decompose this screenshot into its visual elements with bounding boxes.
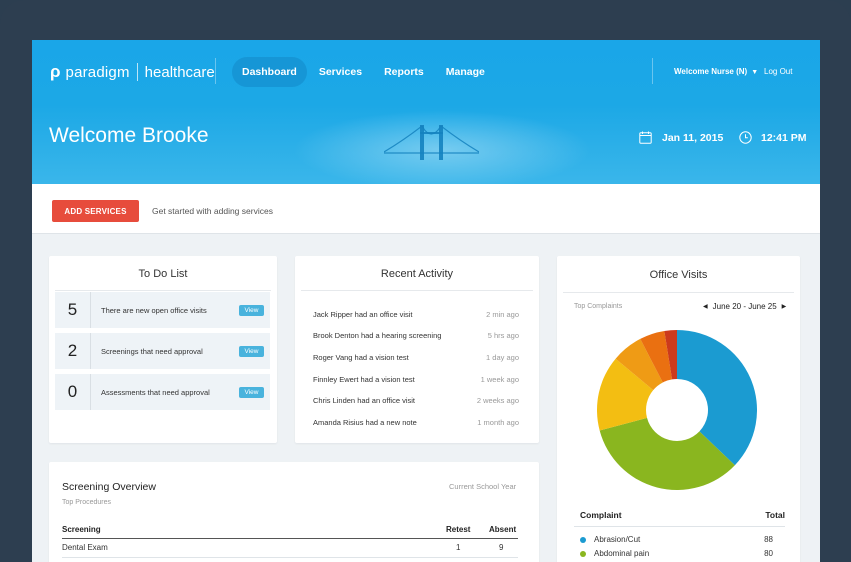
activity-time: 2 min ago xyxy=(486,310,519,319)
activity-item[interactable]: Chris Linden had an office visit 2 weeks … xyxy=(313,396,519,405)
logo-mark-icon: ρ xyxy=(50,62,61,81)
date-text: Jan 11, 2015 xyxy=(662,131,724,144)
complaints-table-header: Complaint Total xyxy=(580,510,785,520)
header-banner: ρ paradigm healthcare Dashboard Services… xyxy=(32,40,820,184)
complaint-label: Abdominal pain xyxy=(594,549,650,558)
todo-text: There are new open office visits xyxy=(101,305,207,315)
add-services-hint: Get started with adding services xyxy=(152,206,273,216)
screening-column-header: Screening xyxy=(62,525,101,534)
header-time: 12:41 PM xyxy=(739,131,807,144)
user-welcome: Welcome Nurse (N) xyxy=(674,67,748,76)
retest-column-header: Retest xyxy=(446,525,471,534)
action-bar: ADD SERVICES Get started with adding ser… xyxy=(32,184,820,234)
activity-card: Recent Activity Jack Ripper had an offic… xyxy=(295,256,539,443)
legend-dot-icon xyxy=(580,536,586,543)
brand-name-secondary: healthcare xyxy=(144,63,215,81)
complaints-donut-chart xyxy=(597,330,757,490)
activity-text: Amanda Risius had a new note xyxy=(313,418,417,427)
activity-text: Finnley Ewert had a vision test xyxy=(313,375,415,384)
activity-time: 1 week ago xyxy=(480,375,519,384)
next-arrow-icon[interactable]: ▶ xyxy=(782,303,787,310)
device-frame: ρ paradigm healthcare Dashboard Services… xyxy=(0,0,851,562)
todo-text: Screenings that need approval xyxy=(101,346,203,356)
retest-value: 1 xyxy=(456,543,461,552)
office-visits-card: Office Visits Top Complaints ◀ June 20 -… xyxy=(557,256,800,562)
nav-divider xyxy=(215,58,216,84)
absent-column-header: Absent xyxy=(489,525,517,534)
complaint-row: Abrasion/Cut 88 xyxy=(580,535,773,544)
visits-divider xyxy=(563,292,794,293)
date-range-picker: ◀ June 20 - June 25 ▶ xyxy=(703,302,786,311)
nav-dashboard[interactable]: Dashboard xyxy=(232,57,307,87)
screening-name: Dental Exam xyxy=(62,543,108,552)
activity-title: Recent Activity xyxy=(380,268,454,280)
screening-overview-card: Screening Overview Top Procedures Curren… xyxy=(49,462,539,562)
visits-subtitle: Top Complaints xyxy=(574,303,623,310)
nav-reports[interactable]: Reports xyxy=(374,57,434,87)
user-divider xyxy=(652,58,653,84)
activity-time: 2 weeks ago xyxy=(476,396,519,405)
legend-dot-icon xyxy=(580,550,586,557)
complaint-total: 88 xyxy=(764,535,773,544)
total-column-header: Total xyxy=(765,510,785,520)
brand-logo[interactable]: ρ paradigm healthcare xyxy=(50,62,215,82)
overview-filter[interactable]: Current School Year xyxy=(449,482,516,491)
activity-text: Chris Linden had an office visit xyxy=(313,396,416,405)
todo-count: 2 xyxy=(55,333,91,369)
activity-time: 1 month ago xyxy=(477,418,519,427)
todo-card: To Do List 5 There are new open office v… xyxy=(49,256,277,443)
todo-item: 0 Assessments that need approval View xyxy=(55,374,270,410)
add-services-button[interactable]: ADD SERVICES xyxy=(52,200,139,222)
activity-time: 1 day ago xyxy=(486,353,519,362)
activity-item[interactable]: Roger Vang had a vision test 1 day ago xyxy=(313,353,519,362)
app-screen: ρ paradigm healthcare Dashboard Services… xyxy=(32,40,820,562)
user-menu[interactable]: Welcome Nurse (N) ▼ xyxy=(674,67,758,76)
complaint-row: Abdominal pain 80 xyxy=(580,549,773,558)
todo-item: 5 There are new open office visits View xyxy=(55,292,270,328)
brand-separator xyxy=(136,63,138,81)
todo-text: Assessments that need approval xyxy=(101,387,210,397)
todo-title: To Do List xyxy=(138,268,188,280)
view-button[interactable]: View xyxy=(239,386,264,398)
calendar-icon xyxy=(639,131,652,144)
main-nav: Dashboard Services Reports Manage xyxy=(232,57,497,87)
header-date: Jan 11, 2015 xyxy=(639,131,723,144)
absent-value: 9 xyxy=(499,543,504,552)
todo-count: 5 xyxy=(55,292,91,328)
activity-divider xyxy=(301,290,533,291)
todo-count: 0 xyxy=(55,374,91,410)
activity-item[interactable]: Jack Ripper had an office visit 2 min ago xyxy=(313,310,519,319)
activity-time: 5 hrs ago xyxy=(487,331,519,340)
overview-subtitle: Top Procedures xyxy=(62,499,112,506)
visits-title: Office Visits xyxy=(649,269,708,281)
bridge-illustration xyxy=(384,125,479,160)
view-button[interactable]: View xyxy=(239,304,264,316)
clock-icon xyxy=(739,131,752,144)
overview-row-divider xyxy=(62,557,518,558)
activity-item[interactable]: Finnley Ewert had a vision test 1 week ag… xyxy=(313,375,519,384)
overview-header-divider xyxy=(62,538,518,539)
complaint-total: 80 xyxy=(764,549,773,558)
activity-item[interactable]: Amanda Risius had a new note 1 month ago xyxy=(313,418,519,427)
activity-text: Roger Vang had a vision test xyxy=(313,353,409,362)
complaint-column-header: Complaint xyxy=(580,510,622,520)
nav-services[interactable]: Services xyxy=(309,57,372,87)
activity-text: Brook Denton had a hearing screening xyxy=(313,331,442,340)
view-button[interactable]: View xyxy=(239,345,264,357)
complaints-table-divider xyxy=(574,526,785,527)
todo-item: 2 Screenings that need approval View xyxy=(55,333,270,369)
activity-item[interactable]: Brook Denton had a hearing screening 5 hr… xyxy=(313,331,519,340)
activity-text: Jack Ripper had an office visit xyxy=(313,310,413,319)
caret-down-icon: ▼ xyxy=(751,69,759,76)
brand-name-primary: paradigm xyxy=(65,63,130,81)
logout-link[interactable]: Log Out xyxy=(764,67,792,76)
todo-divider xyxy=(55,290,271,291)
prev-arrow-icon[interactable]: ◀ xyxy=(703,303,708,310)
time-text: 12:41 PM xyxy=(761,131,807,144)
complaint-label: Abrasion/Cut xyxy=(594,535,641,544)
welcome-heading: Welcome Brooke xyxy=(49,124,209,147)
overview-title: Screening Overview xyxy=(62,481,156,493)
nav-manage[interactable]: Manage xyxy=(436,57,495,87)
date-range-text: June 20 - June 25 xyxy=(712,302,777,311)
